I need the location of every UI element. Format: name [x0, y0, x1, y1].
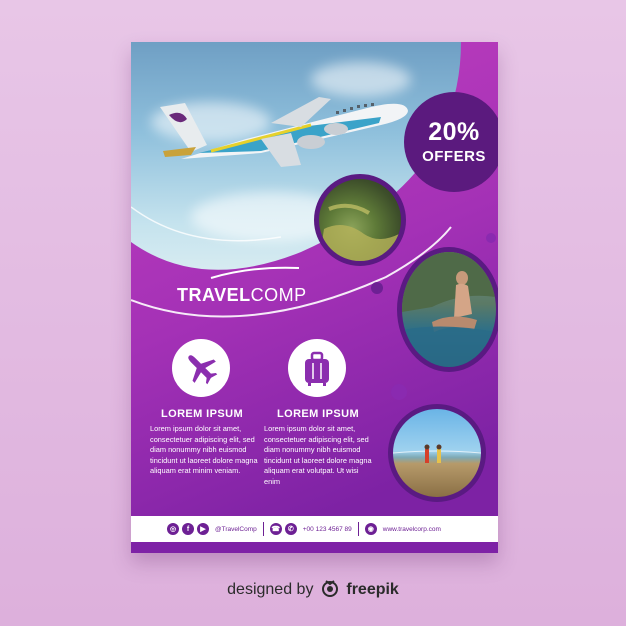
whatsapp-icon[interactable]: ✆	[284, 523, 297, 535]
footer-divider	[357, 522, 359, 536]
phone-icon[interactable]: ☎	[269, 523, 282, 535]
luggage-icon-circle	[288, 339, 346, 397]
flyer-footer: ◎ f ▶ @TravelComp ☎ ✆ +00 123 4567 89 ◉ …	[131, 516, 498, 542]
brand-logo: TRAVELCOMP	[177, 285, 307, 306]
column1-body: Lorem ipsum dolor sit amet, consectetuer…	[150, 424, 258, 475]
social-handle[interactable]: @TravelComp	[215, 526, 257, 533]
travel-flyer: 20% OFFERS TRAVELCOMP LOREM IPSUM Lorem …	[131, 42, 498, 553]
credit-prefix: designed by	[227, 581, 314, 598]
website-link[interactable]: www.travelcorp.com	[383, 526, 441, 533]
column2-title: LOREM IPSUM	[277, 408, 360, 420]
phone-number[interactable]: +00 123 4567 89	[303, 526, 352, 533]
column2-body: Lorem ipsum dolor sit amet, consectetuer…	[264, 424, 372, 486]
credit-line: designed by freepik	[0, 578, 626, 599]
airplane-icon-circle	[172, 339, 230, 397]
luggage-icon	[305, 351, 329, 386]
offer-percent: 20%	[428, 118, 480, 146]
facebook-icon[interactable]: f	[182, 523, 194, 535]
brand-part1: TRAVEL	[177, 285, 251, 305]
offer-badge: 20% OFFERS	[404, 92, 498, 192]
footer-divider	[262, 522, 264, 536]
beach-photo	[388, 404, 486, 502]
footer-band	[131, 542, 498, 553]
globe-icon[interactable]: ◉	[364, 523, 377, 535]
airplane-icon	[188, 355, 218, 385]
freepik-logo-icon	[321, 580, 338, 597]
offer-label: OFFERS	[422, 148, 486, 165]
woman-pool-photo	[397, 247, 498, 372]
instagram-icon[interactable]: ◎	[167, 523, 179, 535]
youtube-icon[interactable]: ▶	[197, 523, 209, 535]
column1-title: LOREM IPSUM	[161, 408, 244, 420]
jungle-photo	[314, 174, 406, 266]
brand-part2: COMP	[250, 285, 307, 305]
credit-brand[interactable]: freepik	[346, 581, 398, 598]
